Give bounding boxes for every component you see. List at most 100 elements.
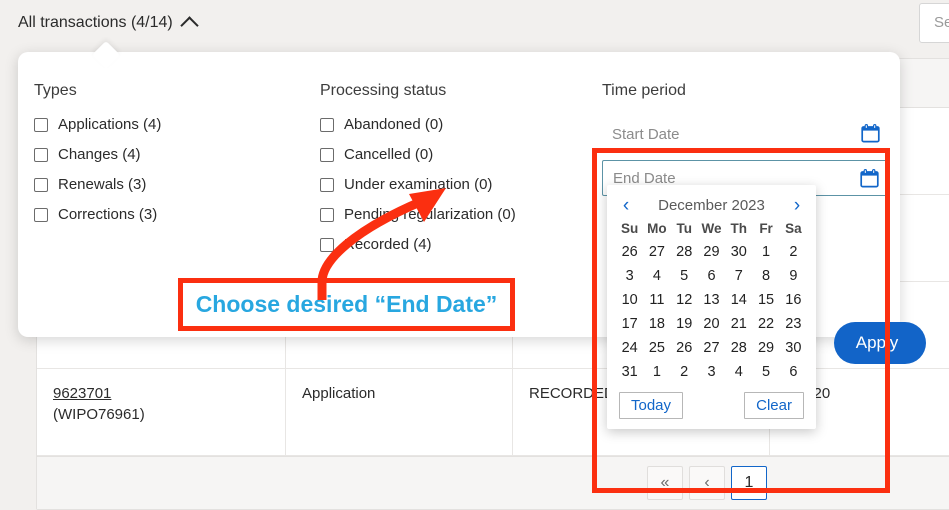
cell-id[interactable]: 9623701 (WIPO76961)	[37, 369, 286, 456]
checkbox-pending-regularization[interactable]: Pending regularization (0)	[320, 206, 516, 223]
calendar-day[interactable]: 19	[671, 312, 698, 336]
checkbox-label: Pending regularization (0)	[344, 206, 516, 223]
calendar-day[interactable]: 11	[643, 288, 670, 312]
pagination-page-1[interactable]: 1	[731, 466, 767, 500]
calendar-day[interactable]: 21	[725, 312, 752, 336]
filter-group-title: Processing status	[320, 82, 516, 100]
checkbox-icon[interactable]	[320, 238, 334, 252]
weekday-label: Mo	[643, 221, 670, 240]
filter-group-time-period: Time period Start Date End Date	[602, 82, 892, 196]
calendar-header: ‹ December 2023 ›	[607, 193, 816, 221]
calendar-day[interactable]: 9	[780, 264, 807, 288]
calendar-day[interactable]: 28	[725, 336, 752, 360]
calendar-day[interactable]: 24	[616, 336, 643, 360]
calendar-day[interactable]: 28	[671, 240, 698, 264]
calendar-day[interactable]: 3	[616, 264, 643, 288]
pagination-first-button[interactable]: «	[647, 466, 683, 500]
calendar-day[interactable]: 30	[725, 240, 752, 264]
calendar-day[interactable]: 6	[780, 360, 807, 384]
cell-type: Application	[286, 369, 513, 456]
checkbox-label: Recorded (4)	[344, 236, 432, 253]
checkbox-icon[interactable]	[320, 118, 334, 132]
transaction-sub: (WIPO76961)	[53, 406, 285, 423]
checkbox-icon[interactable]	[320, 208, 334, 222]
calendar-icon[interactable]	[860, 169, 879, 188]
annotation-text: Choose desired “End Date”	[196, 291, 498, 318]
calendar-day[interactable]: 20	[698, 312, 725, 336]
calendar-day[interactable]: 15	[752, 288, 779, 312]
chevron-up-icon[interactable]	[180, 16, 198, 34]
calendar-day[interactable]: 13	[698, 288, 725, 312]
calendar-day[interactable]: 17	[616, 312, 643, 336]
checkbox-corrections[interactable]: Corrections (3)	[34, 206, 161, 223]
calendar-day[interactable]: 8	[752, 264, 779, 288]
calendar-footer: Today Clear	[607, 384, 816, 419]
checkbox-icon[interactable]	[34, 178, 48, 192]
calendar-day[interactable]: 2	[671, 360, 698, 384]
checkbox-icon[interactable]	[34, 118, 48, 132]
pagination-prev-button[interactable]: ‹	[689, 466, 725, 500]
checkbox-cancelled[interactable]: Cancelled (0)	[320, 146, 516, 163]
apply-button[interactable]: Apply	[834, 322, 926, 364]
calendar-day[interactable]: 5	[752, 360, 779, 384]
weekday-label: Sa	[780, 221, 807, 240]
calendar-day[interactable]: 12	[671, 288, 698, 312]
pagination: « ‹ 1	[37, 456, 949, 509]
checkbox-label: Changes (4)	[58, 146, 141, 163]
weekday-label: We	[698, 221, 725, 240]
end-date-placeholder: End Date	[603, 170, 676, 187]
checkbox-applications[interactable]: Applications (4)	[34, 116, 161, 133]
calendar-day[interactable]: 4	[725, 360, 752, 384]
weekday-label: Tu	[671, 221, 698, 240]
chevron-right-icon[interactable]: ›	[788, 196, 806, 215]
checkbox-icon[interactable]	[34, 208, 48, 222]
clear-button[interactable]: Clear	[744, 392, 804, 419]
calendar-day[interactable]: 1	[643, 360, 670, 384]
checkbox-icon[interactable]	[34, 148, 48, 162]
calendar-day[interactable]: 1	[752, 240, 779, 264]
calendar-day[interactable]: 26	[671, 336, 698, 360]
checkbox-abandoned[interactable]: Abandoned (0)	[320, 116, 516, 133]
checkbox-changes[interactable]: Changes (4)	[34, 146, 161, 163]
transaction-link[interactable]: 9623701	[53, 385, 285, 402]
calendar-day[interactable]: 3	[698, 360, 725, 384]
calendar-day[interactable]: 29	[698, 240, 725, 264]
annotation-callout: Choose desired “End Date”	[178, 278, 515, 331]
calendar-day[interactable]: 14	[725, 288, 752, 312]
calendar-day[interactable]: 7	[725, 264, 752, 288]
calendar-day[interactable]: 25	[643, 336, 670, 360]
checkbox-icon[interactable]	[320, 178, 334, 192]
filter-group-types: Types Applications (4) Changes (4) Renew…	[34, 82, 161, 236]
calendar-day[interactable]: 27	[698, 336, 725, 360]
checkbox-label: Abandoned (0)	[344, 116, 443, 133]
calendar-day[interactable]: 22	[752, 312, 779, 336]
checkbox-icon[interactable]	[320, 148, 334, 162]
all-transactions-toggle[interactable]: All transactions (4/14)	[18, 14, 196, 32]
calendar-day[interactable]: 18	[643, 312, 670, 336]
checkbox-recorded[interactable]: Recorded (4)	[320, 236, 516, 253]
chevron-left-icon[interactable]: ‹	[617, 196, 635, 215]
calendar-days-grid: 2627282930123456789101112131415161718192…	[607, 240, 816, 384]
checkbox-label: Corrections (3)	[58, 206, 157, 223]
start-date-field[interactable]: Start Date	[602, 116, 890, 152]
calendar-day[interactable]: 10	[616, 288, 643, 312]
checkbox-renewals[interactable]: Renewals (3)	[34, 176, 161, 193]
calendar-day[interactable]: 16	[780, 288, 807, 312]
checkbox-label: Applications (4)	[58, 116, 161, 133]
checkbox-under-examination[interactable]: Under examination (0)	[320, 176, 516, 193]
calendar-day[interactable]: 23	[780, 312, 807, 336]
today-button[interactable]: Today	[619, 392, 683, 419]
calendar-day[interactable]: 2	[780, 240, 807, 264]
calendar-day[interactable]: 26	[616, 240, 643, 264]
calendar-day[interactable]: 27	[643, 240, 670, 264]
filter-group-title: Types	[34, 82, 161, 100]
calendar-day[interactable]: 30	[780, 336, 807, 360]
calendar-icon[interactable]	[861, 124, 880, 143]
calendar-day[interactable]: 31	[616, 360, 643, 384]
date-picker-calendar: ‹ December 2023 › Su Mo Tu We Th Fr Sa 2…	[607, 185, 816, 429]
calendar-day[interactable]: 4	[643, 264, 670, 288]
search-input[interactable]: Se	[919, 3, 949, 43]
calendar-day[interactable]: 6	[698, 264, 725, 288]
calendar-day[interactable]: 29	[752, 336, 779, 360]
calendar-day[interactable]: 5	[671, 264, 698, 288]
